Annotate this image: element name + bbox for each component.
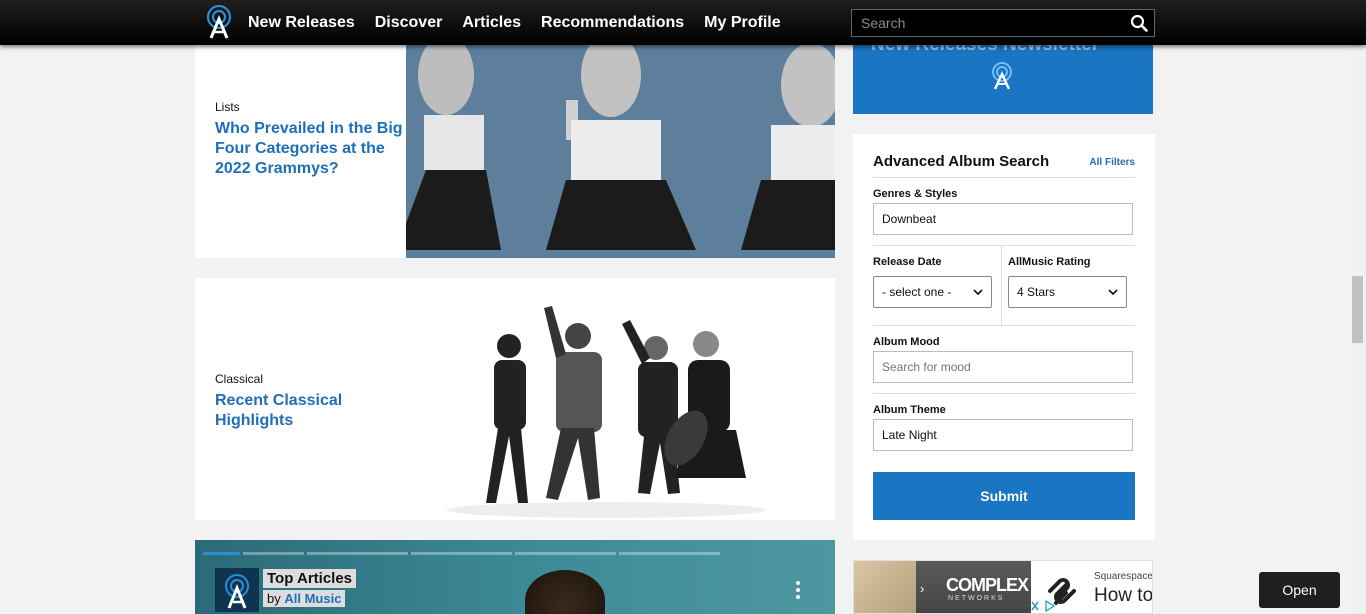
genres-input[interactable]: Downbeat [873,203,1133,235]
chevron-down-icon [973,289,983,295]
mood-label: Album Mood [873,336,940,348]
scrollbar-thumb[interactable] [1352,276,1363,343]
article-category: Classical [215,372,264,386]
top-articles-carousel[interactable]: Top Articles by All Music [195,540,835,614]
allmusic-logo-icon[interactable] [205,5,233,39]
article-text: Lists Who Prevailed in the Big Four Cate… [215,100,405,179]
grammy-trophies-image[interactable] [406,45,835,258]
top-navigation-bar: New Releases Discover Articles Recommend… [0,0,1366,45]
rating-value: 4 Stars [1017,285,1056,299]
more-options-icon[interactable] [795,580,801,600]
carousel-progress [203,552,720,555]
rating-label: AllMusic Rating [1008,256,1091,268]
search-input[interactable] [852,10,1124,36]
main-nav: New Releases Discover Articles Recommend… [248,0,801,45]
nav-recommendations[interactable]: Recommendations [541,14,684,32]
article-category: Lists [215,100,240,114]
allmusic-avatar-icon [215,568,259,612]
carousel-caption: Top Articles by All Music [263,569,357,608]
advanced-album-search-panel: Advanced Album Search All Filters Genres… [853,134,1155,540]
allmusic-logo-icon [992,62,1012,90]
genres-label: Genres & Styles [873,188,958,200]
nav-new-releases[interactable]: New Releases [248,14,355,32]
ad-complex-block[interactable]: › COMPLEX NETWORKS [916,561,1031,613]
carousel-progress-bar[interactable] [515,552,616,555]
release-date-select[interactable]: - select one - [873,276,992,308]
byline-prefix: by [267,591,281,606]
classical-musicians-image[interactable] [406,278,835,520]
newsletter-title: New Releases Newsletter [871,45,1099,56]
theme-input[interactable]: Late Night [873,419,1133,451]
article-card-grammys[interactable]: Lists Who Prevailed in the Big Four Cate… [195,45,835,258]
mood-search-input[interactable] [873,351,1133,383]
search-icon[interactable] [1130,14,1148,32]
divider [873,393,1135,394]
nav-my-profile[interactable]: My Profile [704,14,780,32]
theme-label: Album Theme [873,404,946,416]
carousel-progress-bar[interactable] [619,552,720,555]
article-title-link[interactable]: Who Prevailed in the Big Four Categories… [215,119,405,179]
chevron-right-icon[interactable]: › [920,581,924,596]
ad-open-button[interactable]: Open [1259,572,1340,608]
submit-button[interactable]: Submit [873,472,1135,520]
carousel-byline: by All Music [263,590,346,607]
divider [873,325,1135,326]
divider [873,245,1135,246]
carousel-progress-bar[interactable] [243,552,304,555]
carousel-photo [525,570,605,614]
carousel-heading: Top Articles [263,569,357,588]
ad-headline[interactable]: How to Sell Online [1094,585,1152,607]
release-date-label: Release Date [873,256,942,268]
carousel-progress-bar[interactable] [411,552,512,555]
search-box [851,9,1155,37]
ad-choices-icon[interactable] [1028,599,1058,613]
release-date-value: - select one - [882,285,952,299]
divider [1001,245,1002,325]
divider [873,177,1135,178]
nav-discover[interactable]: Discover [375,14,443,32]
ad-photo [854,561,916,613]
article-text: Classical Recent Classical Highlights [215,372,405,431]
article-card-classical[interactable]: Classical Recent Classical Highlights [195,278,835,520]
all-filters-link[interactable]: All Filters [1089,157,1135,168]
carousel-progress-bar[interactable] [203,552,240,555]
complex-sub: NETWORKS [948,595,1005,602]
advertisement-banner[interactable]: › COMPLEX NETWORKS Squarespace How to Se… [853,560,1153,614]
carousel-progress-bar[interactable] [307,552,408,555]
nav-articles[interactable]: Articles [462,14,521,32]
newsletter-signup-banner[interactable]: New Releases Newsletter [853,45,1153,114]
rating-select[interactable]: 4 Stars [1008,276,1127,308]
ad-brand: Squarespace [1094,571,1153,582]
complex-logo: COMPLEX [946,575,1029,595]
chevron-down-icon [1108,289,1118,295]
byline-author-link[interactable]: All Music [284,591,341,606]
article-title-link[interactable]: Recent Classical Highlights [215,391,405,431]
panel-title: Advanced Album Search [873,153,1050,170]
